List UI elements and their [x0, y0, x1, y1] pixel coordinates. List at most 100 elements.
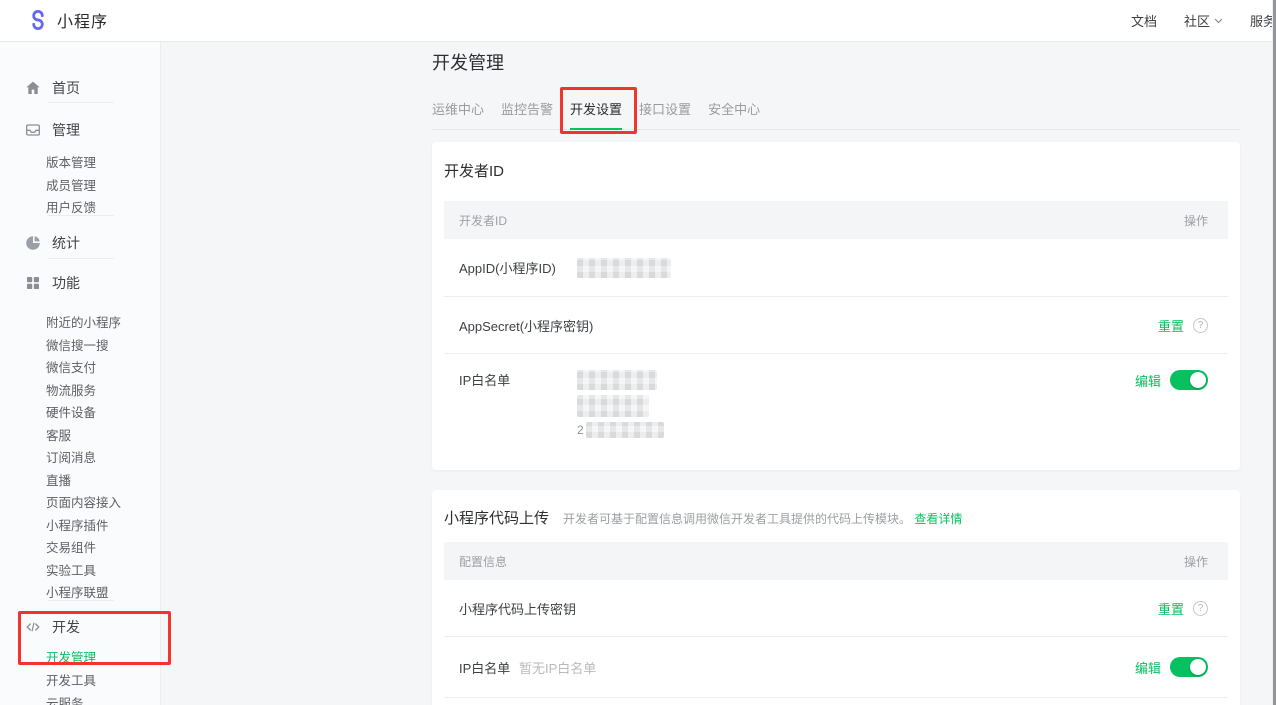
code-upload-card: 小程序代码上传 开发者可基于配置信息调用微信开发者工具提供的代码上传模块。 查看…	[432, 490, 1240, 705]
row-actions: 编辑	[1135, 657, 1208, 677]
nav-docs[interactable]: 文档	[1131, 11, 1157, 30]
edit-ip-whitelist-button[interactable]: 编辑	[1135, 658, 1161, 677]
sidebar-item-develop[interactable]: 开发	[25, 617, 80, 637]
miniprogram-logo-icon	[27, 9, 49, 31]
sidebar-item-wechat-search[interactable]: 微信搜一搜	[46, 335, 109, 353]
redacted-ip-value	[577, 395, 649, 417]
reset-appsecret-button[interactable]: 重置	[1158, 316, 1184, 335]
table-row: AppID(小程序ID)	[444, 239, 1228, 296]
sidebar-item-cloud-service[interactable]: 云服务	[46, 693, 84, 705]
pie-chart-icon	[25, 235, 41, 251]
reset-upload-secret-button[interactable]: 重置	[1158, 599, 1184, 618]
table-header-name: 配置信息	[459, 553, 507, 570]
section-title: 小程序代码上传	[444, 507, 549, 528]
ip-whitelist-label: IP白名单	[459, 370, 577, 389]
sidebar-item-statistics[interactable]: 统计	[25, 233, 80, 253]
toggle-knob	[1190, 372, 1206, 388]
sidebar: 首页 管理 版本管理 成员管理 用户反馈 统计 功能 附近的小程序 微信搜一搜 …	[0, 41, 161, 705]
upload-secret-label: 小程序代码上传密钥	[459, 599, 576, 618]
sidebar-item-logistics[interactable]: 物流服务	[46, 380, 96, 398]
divider	[48, 102, 114, 103]
toggle-knob	[1190, 659, 1206, 675]
ip-visible-prefix: 2	[577, 423, 584, 437]
sidebar-item-trade-component[interactable]: 交易组件	[46, 537, 96, 555]
sidebar-item-develop-tools[interactable]: 开发工具	[46, 670, 96, 688]
help-icon[interactable]: ?	[1193, 318, 1208, 333]
tab-monitor-alert[interactable]: 监控告警	[501, 94, 553, 129]
tab-ops-center[interactable]: 运维中心	[432, 94, 484, 129]
sidebar-item-manage[interactable]: 管理	[25, 120, 80, 140]
upload-ip-whitelist-toggle[interactable]	[1170, 657, 1208, 677]
sidebar-item-customer-service[interactable]: 客服	[46, 425, 71, 443]
tab-develop-settings[interactable]: 开发设置	[570, 94, 622, 130]
tab-security-center[interactable]: 安全中心	[708, 94, 760, 129]
code-icon	[25, 619, 41, 635]
developer-id-card: 开发者ID 开发者ID 操作 AppID(小程序ID) AppSecret(小程…	[432, 142, 1240, 470]
sidebar-item-wechat-pay[interactable]: 微信支付	[46, 357, 96, 375]
ip-whitelist-label: IP白名单	[459, 658, 519, 677]
sidebar-item-miniprogram-plugin[interactable]: 小程序插件	[46, 515, 109, 533]
divider	[48, 600, 114, 601]
divider	[444, 697, 1228, 698]
sidebar-item-label: 管理	[52, 120, 80, 140]
row-actions: 重置 ?	[1158, 316, 1208, 335]
section-description-text: 开发者可基于配置信息调用微信开发者工具提供的代码上传模块。	[563, 512, 911, 526]
table-row: 小程序代码上传密钥 重置 ?	[444, 580, 1228, 636]
divider	[48, 215, 114, 216]
sidebar-item-member-manage[interactable]: 成员管理	[46, 175, 96, 193]
logo-text: 小程序	[57, 8, 108, 32]
table-header: 配置信息 操作	[444, 542, 1228, 580]
edit-ip-whitelist-button[interactable]: 编辑	[1135, 371, 1161, 390]
scrollbar-track[interactable]	[1272, 0, 1276, 705]
help-icon[interactable]: ?	[1193, 601, 1208, 616]
sidebar-item-nearby-miniprogram[interactable]: 附近的小程序	[46, 312, 121, 330]
sidebar-item-develop-manage[interactable]: 开发管理	[46, 647, 96, 665]
appid-label: AppID(小程序ID)	[459, 258, 577, 277]
sidebar-item-experiment-tools[interactable]: 实验工具	[46, 560, 96, 578]
redacted-ip-list: 2	[577, 370, 664, 438]
sidebar-item-page-content-access[interactable]: 页面内容接入	[46, 492, 121, 510]
sidebar-item-home[interactable]: 首页	[25, 78, 80, 98]
sidebar-item-features[interactable]: 功能	[25, 273, 80, 293]
wechat-miniprogram-console: 小程序 文档 社区 服务 首页 管理 版本管理 成员管理 用户反馈 统计	[0, 0, 1276, 705]
sidebar-item-version-manage[interactable]: 版本管理	[46, 152, 96, 170]
table-header: 开发者ID 操作	[444, 201, 1228, 239]
top-header: 小程序 文档 社区 服务	[0, 0, 1276, 42]
sidebar-item-live[interactable]: 直播	[46, 470, 71, 488]
view-details-link[interactable]: 查看详情	[914, 512, 962, 526]
redacted-ip-value	[586, 422, 664, 438]
ip-whitelist-toggle[interactable]	[1170, 370, 1208, 390]
table-row: IP白名单 2 编辑	[444, 354, 1228, 454]
sidebar-item-subscribe-message[interactable]: 订阅消息	[46, 447, 96, 465]
divider	[48, 258, 114, 259]
sidebar-item-miniprogram-union[interactable]: 小程序联盟	[46, 582, 109, 600]
row-actions: 编辑	[1135, 370, 1208, 390]
section-header: 小程序代码上传 开发者可基于配置信息调用微信开发者工具提供的代码上传模块。 查看…	[432, 490, 1240, 528]
sidebar-item-label: 开发	[52, 617, 80, 637]
sidebar-item-label: 统计	[52, 233, 80, 253]
section-title: 开发者ID	[432, 142, 1240, 181]
sidebar-item-user-feedback[interactable]: 用户反馈	[46, 197, 96, 215]
table-row: IP白名单 暂无IP白名单 编辑	[444, 637, 1228, 697]
redacted-appid-value	[577, 258, 671, 278]
table-row: AppSecret(小程序密钥) 重置 ?	[444, 297, 1228, 353]
row-actions: 重置 ?	[1158, 599, 1208, 618]
table-header-action: 操作	[1184, 553, 1208, 570]
grid-icon	[25, 275, 41, 291]
redacted-ip-value	[577, 370, 657, 390]
nav-community-label: 社区	[1184, 11, 1210, 30]
table-header-name: 开发者ID	[459, 212, 507, 229]
tab-interface-settings[interactable]: 接口设置	[639, 94, 691, 129]
home-icon	[25, 80, 41, 96]
header-nav: 文档 社区 服务	[1131, 0, 1276, 41]
sidebar-item-label: 首页	[52, 78, 80, 98]
appsecret-label: AppSecret(小程序密钥)	[459, 316, 593, 335]
miniprogram-logo[interactable]: 小程序	[27, 8, 108, 32]
sidebar-item-hardware[interactable]: 硬件设备	[46, 402, 96, 420]
page-title: 开发管理	[432, 49, 504, 75]
ip-whitelist-empty-value: 暂无IP白名单	[519, 658, 596, 677]
nav-community[interactable]: 社区	[1184, 11, 1223, 30]
main-content: 开发管理 运维中心 监控告警 开发设置 接口设置 安全中心 开发者ID 开发者I…	[432, 41, 1240, 705]
folder-icon	[25, 122, 41, 138]
tab-bar: 运维中心 监控告警 开发设置 接口设置 安全中心	[432, 94, 1240, 130]
